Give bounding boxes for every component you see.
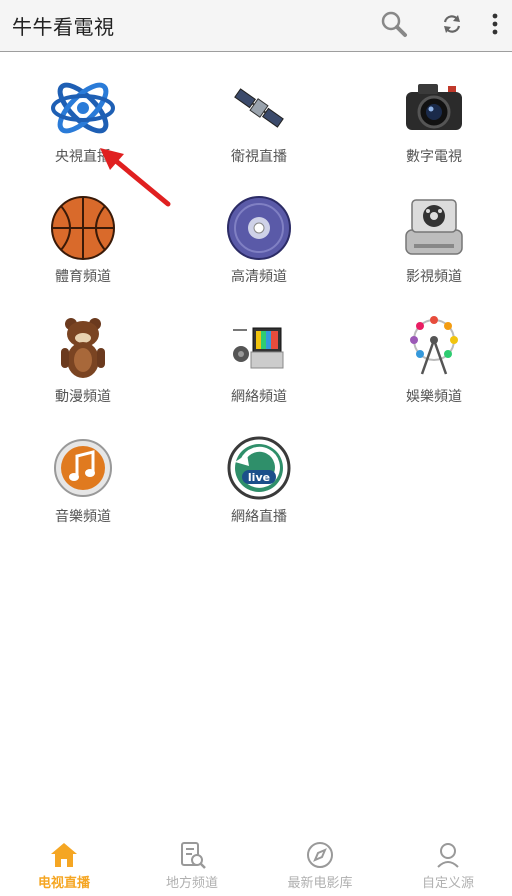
channel-tile-live[interactable]: live 網絡直播 (199, 430, 319, 540)
atom-cctv-icon (51, 82, 115, 134)
channel-label: 娛樂頻道 (406, 389, 462, 405)
satellite-icon (234, 88, 284, 128)
channel-tile-digital[interactable]: 數字電視 (374, 70, 494, 180)
channel-label: 體育頻道 (55, 269, 111, 285)
channel-label: 影視頻道 (406, 269, 462, 285)
channel-label: 網絡頻道 (231, 389, 287, 405)
search-button[interactable] (374, 4, 414, 44)
nav-local-channels[interactable]: 地方频道 (128, 834, 256, 896)
channel-tile-satellite[interactable]: 衛視直播 (199, 70, 319, 180)
nav-label: 自定义源 (421, 876, 474, 891)
refresh-icon (443, 15, 461, 33)
nav-label: 地方频道 (165, 876, 218, 891)
bottom-navigation: 电视直播 地方频道 最新电影库 自定义源 (0, 834, 512, 896)
channel-label: 衛視直播 (231, 149, 287, 165)
disc-icon (227, 196, 291, 260)
home-icon (51, 843, 77, 867)
channel-label: 音樂頻道 (55, 509, 111, 525)
channel-label: 央視直播 (55, 149, 111, 165)
nav-movie-library[interactable]: 最新电影库 (256, 834, 384, 896)
nav-custom-source[interactable]: 自定义源 (384, 834, 512, 896)
channel-tile-music[interactable]: 音樂頻道 (23, 430, 143, 540)
bear-icon (61, 318, 105, 378)
channel-tile-network[interactable]: 網絡頻道 (199, 310, 319, 420)
channel-tile-film[interactable]: 影視頻道 (374, 190, 494, 300)
channel-tile-entertainment[interactable]: 娛樂頻道 (374, 310, 494, 420)
channel-label: 網絡直播 (231, 509, 287, 525)
channel-tile-sports[interactable]: 體育頻道 (23, 190, 143, 300)
nav-label: 电视直播 (37, 876, 90, 891)
retro-tv-icon (233, 327, 284, 369)
channel-tile-hd[interactable]: 高清頻道 (199, 190, 319, 300)
channel-tile-cctv[interactable]: 央視直播 (23, 70, 143, 180)
svg-text:live: live (248, 471, 270, 484)
channel-label: 高清頻道 (231, 269, 287, 285)
search-icon (381, 11, 407, 37)
channel-label: 動漫頻道 (55, 389, 111, 405)
more-options-button[interactable] (478, 4, 512, 44)
document-search-icon (181, 842, 206, 869)
app-bar: 牛牛看電視 (0, 0, 512, 52)
compass-icon (307, 842, 333, 868)
refresh-button[interactable] (432, 4, 472, 44)
channel-tile-anime[interactable]: 動漫頻道 (23, 310, 143, 420)
person-icon (437, 843, 459, 868)
basketball-icon (51, 196, 115, 260)
nav-label: 最新电影库 (287, 876, 353, 891)
nav-tv-live[interactable]: 电视直播 (0, 834, 128, 896)
film-drive-icon (405, 199, 463, 255)
more-vert-icon (492, 13, 498, 35)
live-icon: live (227, 436, 291, 500)
ferris-wheel-icon (410, 316, 458, 375)
channel-label: 數字電視 (406, 149, 462, 165)
camera-icon (406, 84, 462, 130)
music-note-icon (54, 439, 112, 497)
